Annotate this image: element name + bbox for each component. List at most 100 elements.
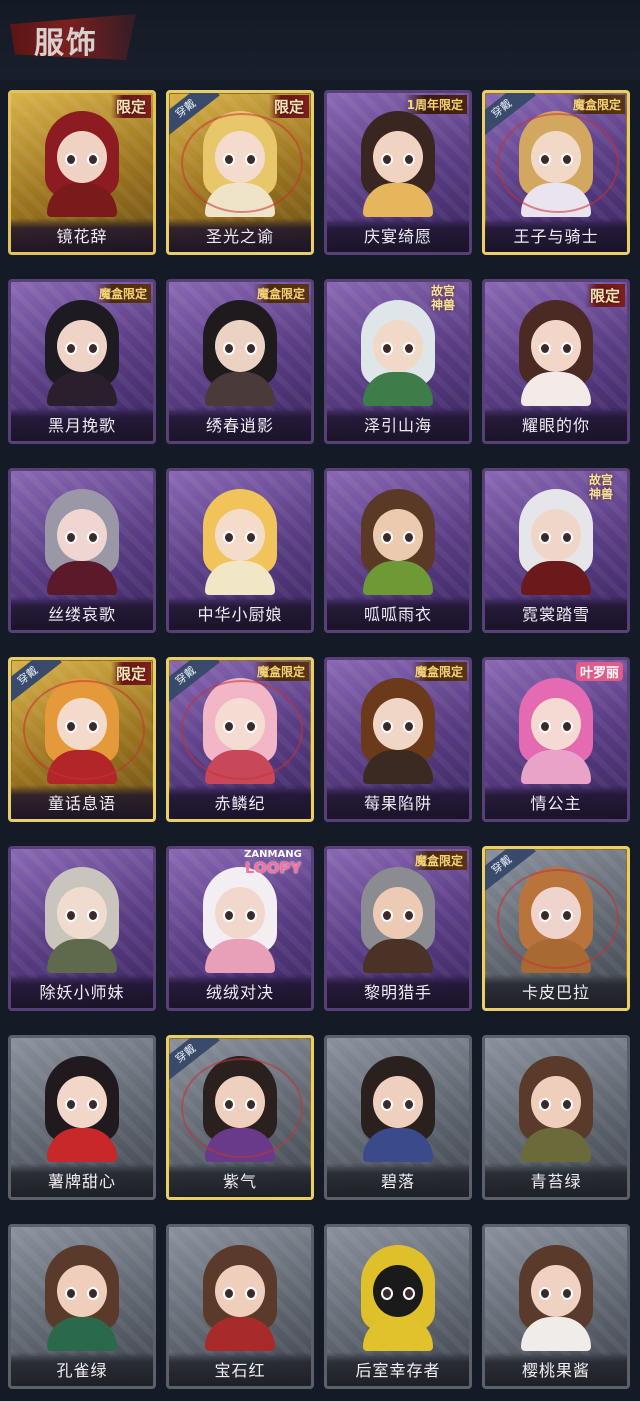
outfit-card[interactable]: 薯牌甜心 bbox=[8, 1035, 156, 1200]
outfit-name: 赤鳞纪 bbox=[214, 794, 266, 813]
card-name-bar: 碧落 bbox=[327, 1163, 469, 1197]
outfit-name: 薯牌甜心 bbox=[47, 1172, 116, 1191]
portrait-eye bbox=[87, 531, 99, 544]
limited-tag: 限定 bbox=[584, 284, 625, 307]
outfit-card[interactable]: 穿戴 魔盒限定 赤鳞纪 bbox=[166, 657, 314, 822]
palace-museum-collab-tag: 故宫 神兽 bbox=[421, 284, 465, 312]
character-portrait bbox=[501, 672, 611, 784]
outfit-card[interactable]: 限定耀眼的你 bbox=[482, 279, 630, 444]
outfit-card[interactable]: 限定 镜花辞 bbox=[8, 90, 156, 255]
character-portrait bbox=[343, 1239, 453, 1351]
outfit-card[interactable]: 碧落 bbox=[324, 1035, 472, 1200]
outfit-card[interactable]: 后室幸存者 bbox=[324, 1224, 472, 1389]
portrait-eye bbox=[245, 342, 257, 355]
outfit-card[interactable]: 故宫 神兽泽引山海 bbox=[324, 279, 472, 444]
palace-museum-collab-tag: 故宫 神兽 bbox=[579, 473, 623, 501]
outfit-card[interactable]: 穿戴 卡皮巴拉 bbox=[482, 846, 630, 1011]
portrait-eye bbox=[87, 1098, 99, 1111]
outfit-card[interactable]: 呱呱雨衣 bbox=[324, 468, 472, 633]
portrait-eye bbox=[87, 153, 99, 166]
outfit-name: 耀眼的你 bbox=[521, 416, 590, 435]
card-name-bar: 赤鳞纪 bbox=[169, 785, 311, 819]
equipped-highlight-ring bbox=[497, 869, 619, 969]
portrait-eye bbox=[223, 342, 235, 355]
card-name-bar: 丝缕哀歌 bbox=[11, 596, 153, 630]
equipped-highlight-ring bbox=[181, 680, 303, 780]
outfit-grid: 限定 镜花辞 穿戴 限定 圣光之谕 1周年限定 庆宴绮愿 穿戴 魔盒限定 王子与骑士 魔盒限定 黑月挽… bbox=[8, 90, 632, 1389]
card-name-bar: 黑月挽歌 bbox=[11, 407, 153, 441]
card-name-bar: 紫气 bbox=[169, 1163, 311, 1197]
tag-line: 故宫 bbox=[588, 473, 613, 487]
tag-line: 神兽 bbox=[430, 298, 455, 312]
portrait-eye bbox=[539, 720, 551, 733]
outfit-card[interactable]: 除妖小师妹 bbox=[8, 846, 156, 1011]
outfit-card[interactable]: 故宫 神兽霓裳踏雪 bbox=[482, 468, 630, 633]
character-portrait bbox=[501, 294, 611, 406]
portrait-eye bbox=[65, 531, 77, 544]
page-title: 服饰 bbox=[34, 26, 98, 61]
outfit-card[interactable]: 魔盒限定 莓果陷阱 bbox=[324, 657, 472, 822]
loopy-collab-tag: ZANMANG LOOPY bbox=[235, 849, 311, 876]
outfit-card[interactable]: 魔盒限定 绣春逍影 bbox=[166, 279, 314, 444]
outfit-name: 黎明猎手 bbox=[363, 983, 432, 1002]
card-name-bar: 中华小厨娘 bbox=[169, 596, 311, 630]
character-portrait bbox=[343, 105, 453, 217]
card-name-bar: 宝石红 bbox=[169, 1352, 311, 1386]
outfit-name: 呱呱雨衣 bbox=[363, 605, 432, 624]
outfit-card[interactable]: ZANMANG LOOPY 绒绒对决 bbox=[166, 846, 314, 1011]
outfit-card[interactable]: 青苔绿 bbox=[482, 1035, 630, 1200]
portrait-eye bbox=[223, 531, 235, 544]
outfit-card[interactable]: 樱桃果酱 bbox=[482, 1224, 630, 1389]
character-portrait bbox=[185, 1239, 295, 1351]
portrait-eye bbox=[561, 531, 573, 544]
card-name-bar: 情公主 bbox=[485, 785, 627, 819]
tag-line: LOOPY bbox=[244, 859, 302, 877]
outfit-card[interactable]: 1周年限定 庆宴绮愿 bbox=[324, 90, 472, 255]
portrait-eye bbox=[561, 1098, 573, 1111]
collab-tag: 叶罗丽 bbox=[575, 662, 623, 681]
portrait-eye bbox=[245, 909, 257, 922]
outfit-card[interactable]: 穿戴 魔盒限定 王子与骑士 bbox=[482, 90, 630, 255]
portrait-eye bbox=[381, 720, 393, 733]
mystery-box-limited-tag: 魔盒限定 bbox=[410, 662, 467, 681]
card-name-bar: 圣光之谕 bbox=[169, 218, 311, 252]
anniversary-limited-tag: 1周年限定 bbox=[402, 95, 467, 114]
portrait-eye bbox=[561, 342, 573, 355]
outfit-card[interactable]: 孔雀绿 bbox=[8, 1224, 156, 1389]
card-name-bar: 樱桃果酱 bbox=[485, 1352, 627, 1386]
character-portrait bbox=[185, 294, 295, 406]
outfit-card[interactable]: 宝石红 bbox=[166, 1224, 314, 1389]
portrait-eye bbox=[539, 1287, 551, 1300]
portrait-eye bbox=[65, 909, 77, 922]
portrait-eye bbox=[381, 909, 393, 922]
outfit-name: 绒绒对决 bbox=[205, 983, 274, 1002]
portrait-eye bbox=[87, 1287, 99, 1300]
outfit-name: 孔雀绿 bbox=[56, 1361, 108, 1380]
equipped-highlight-ring bbox=[497, 113, 619, 213]
outfit-card[interactable]: 叶罗丽情公主 bbox=[482, 657, 630, 822]
portrait-eye bbox=[381, 1287, 393, 1300]
portrait-eye bbox=[403, 909, 415, 922]
tag-line: 故宫 bbox=[430, 284, 455, 298]
portrait-eye bbox=[561, 1287, 573, 1300]
portrait-eye bbox=[65, 1287, 77, 1300]
outfit-name: 除妖小师妹 bbox=[39, 983, 125, 1002]
outfit-card[interactable]: 魔盒限定 黎明猎手 bbox=[324, 846, 472, 1011]
outfit-card[interactable]: 魔盒限定黑月挽歌 bbox=[8, 279, 156, 444]
outfit-card[interactable]: 中华小厨娘 bbox=[166, 468, 314, 633]
card-name-bar: 绣春逍影 bbox=[169, 407, 311, 441]
outfit-name: 情公主 bbox=[530, 794, 582, 813]
equipped-highlight-ring bbox=[181, 113, 303, 213]
mystery-box-limited-tag: 魔盒限定 bbox=[568, 95, 625, 114]
outfit-card[interactable]: 穿戴 限定 圣光之谕 bbox=[166, 90, 314, 255]
mystery-box-limited-tag: 魔盒限定 bbox=[94, 284, 151, 303]
outfit-card[interactable]: 穿戴 限定 童话息语 bbox=[8, 657, 156, 822]
limited-tag: 限定 bbox=[268, 95, 309, 118]
card-name-bar: 霓裳踏雪 bbox=[485, 596, 627, 630]
outfit-card[interactable]: 丝缕哀歌 bbox=[8, 468, 156, 633]
portrait-eye bbox=[381, 342, 393, 355]
card-name-bar: 泽引山海 bbox=[327, 407, 469, 441]
outfit-card[interactable]: 穿戴 紫气 bbox=[166, 1035, 314, 1200]
mystery-box-limited-tag: 魔盒限定 bbox=[252, 662, 309, 681]
character-portrait bbox=[27, 294, 137, 406]
